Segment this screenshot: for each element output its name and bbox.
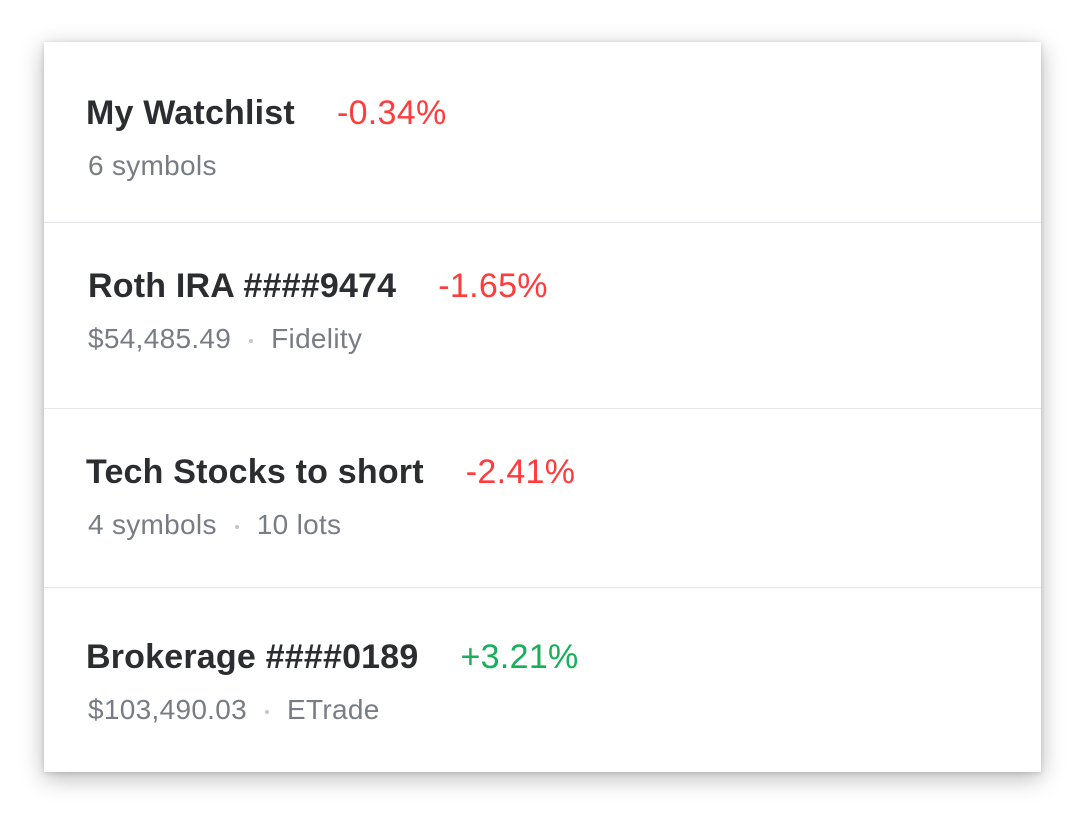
row-percent-change: -2.41% xyxy=(465,453,576,491)
portfolio-list-card: My Watchlist -0.34% 6 symbols Roth IRA #… xyxy=(44,42,1041,772)
screen: My Watchlist -0.34% 6 symbols Roth IRA #… xyxy=(0,0,1086,824)
row-meta-balance: $103,490.03 xyxy=(88,694,248,725)
separator-dot-icon xyxy=(249,339,254,343)
row-meta-symbol-count: 4 symbols xyxy=(88,509,217,540)
row-meta: $103,490.03 ETrade xyxy=(88,694,380,726)
row-title: Tech Stocks to short xyxy=(86,453,424,491)
row-percent-change: +3.21% xyxy=(460,638,579,676)
row-percent-change: -1.65% xyxy=(438,267,548,305)
row-meta-lot-count: 10 lots xyxy=(256,509,342,540)
row-title-line: Brokerage ####0189 +3.21% xyxy=(86,638,579,677)
row-title: Roth IRA ####9474 xyxy=(88,267,397,305)
row-meta: 4 symbols 10 lots xyxy=(88,509,341,541)
list-item-brokerage[interactable]: Brokerage ####0189 +3.21% $103,490.03 ET… xyxy=(44,587,1041,772)
row-meta-balance: $54,485.49 xyxy=(88,323,232,354)
list-item-my-watchlist[interactable]: My Watchlist -0.34% 6 symbols xyxy=(44,42,1041,222)
separator-dot-icon xyxy=(265,710,270,714)
list-item-roth-ira[interactable]: Roth IRA ####9474 -1.65% $54,485.49 Fide… xyxy=(44,222,1041,408)
separator-dot-icon xyxy=(234,525,239,529)
row-title-line: My Watchlist -0.34% xyxy=(86,94,446,133)
row-title: My Watchlist xyxy=(86,94,295,132)
row-title-line: Roth IRA ####9474 -1.65% xyxy=(88,267,548,306)
row-meta: $54,485.49 Fidelity xyxy=(88,323,362,355)
row-meta: 6 symbols xyxy=(88,150,217,182)
row-title: Brokerage ####0189 xyxy=(86,638,419,676)
row-percent-change: -0.34% xyxy=(336,94,447,132)
row-meta-institution: ETrade xyxy=(287,694,380,725)
row-title-line: Tech Stocks to short -2.41% xyxy=(86,453,575,492)
row-meta-symbol-count: 6 symbols xyxy=(88,150,217,181)
list-item-tech-stocks-to-short[interactable]: Tech Stocks to short -2.41% 4 symbols 10… xyxy=(44,408,1041,587)
row-meta-institution: Fidelity xyxy=(271,323,363,354)
